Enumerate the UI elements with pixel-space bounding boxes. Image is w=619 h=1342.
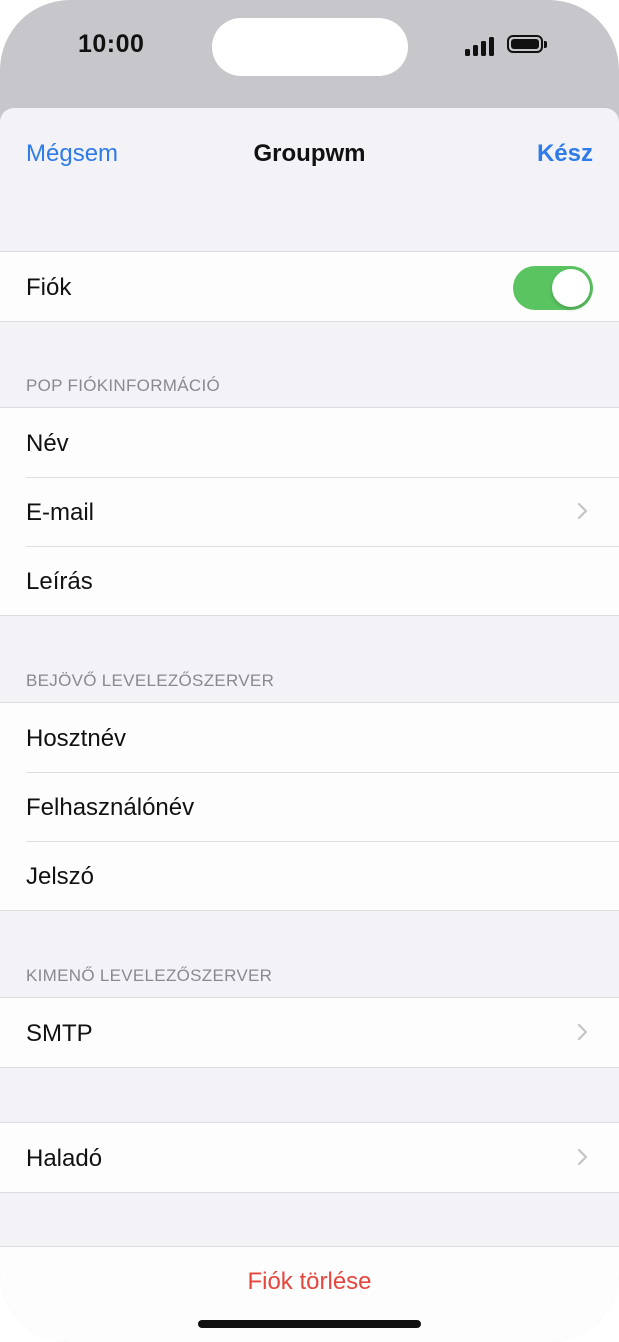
status-bar: 10:00 [0, 0, 619, 100]
account-settings-sheet: Mégsem Groupwm Kész Fiók POP FIÓKINFORMÁ… [0, 108, 619, 1342]
email-row[interactable]: E-mail [0, 477, 619, 546]
battery-icon [507, 35, 547, 53]
hostname-row[interactable]: Hosztnév [0, 703, 619, 772]
account-toggle[interactable] [513, 266, 593, 310]
dynamic-island [212, 18, 408, 76]
name-label: Név [26, 430, 69, 457]
account-group: Fiók [0, 251, 619, 322]
pop-info-group: Név E-mail Leírás [0, 407, 619, 616]
delete-account-button[interactable]: Fiók törlése [0, 1268, 619, 1296]
incoming-server-group: Hosztnév Felhasználónév Jelszó [0, 702, 619, 911]
outgoing-server-group: SMTP [0, 997, 619, 1068]
incoming-server-header: BEJÖVŐ LEVELEZŐSZERVER [26, 671, 275, 690]
name-row[interactable]: Név [0, 408, 619, 477]
email-label: E-mail [26, 499, 95, 526]
chevron-right-icon [577, 1023, 588, 1041]
page-title: Groupwm [253, 140, 366, 167]
account-row: Fiók [0, 252, 619, 321]
username-label: Felhasználónév [26, 794, 195, 821]
account-label: Fiók [26, 274, 72, 301]
delete-account-row[interactable]: Fiók törlése [0, 1247, 619, 1316]
cellular-signal-icon [465, 36, 497, 56]
username-row[interactable]: Felhasználónév [0, 772, 619, 841]
pop-info-header: POP FIÓKINFORMÁCIÓ [26, 376, 220, 395]
outgoing-server-header: KIMENŐ LEVELEZŐSZERVER [26, 966, 273, 985]
navigation-bar: Mégsem Groupwm Kész [0, 108, 619, 200]
toggle-knob [552, 269, 590, 307]
password-label: Jelszó [26, 863, 95, 890]
home-indicator [198, 1320, 421, 1328]
description-label: Leírás [26, 568, 93, 595]
chevron-right-icon [577, 1148, 588, 1166]
description-row[interactable]: Leírás [0, 546, 619, 615]
done-button[interactable]: Kész [537, 140, 593, 168]
smtp-row[interactable]: SMTP [0, 998, 619, 1067]
smtp-label: SMTP [26, 1020, 93, 1047]
advanced-label: Haladó [26, 1145, 103, 1172]
advanced-group: Haladó [0, 1122, 619, 1193]
password-row[interactable]: Jelszó [0, 841, 619, 910]
advanced-row[interactable]: Haladó [0, 1123, 619, 1192]
phone-screen: 10:00 Mégsem Groupwm Kész Fiók POP FIÓKI… [0, 0, 619, 1342]
status-time: 10:00 [78, 30, 145, 58]
hostname-label: Hosztnév [26, 725, 127, 752]
chevron-right-icon [577, 502, 588, 520]
